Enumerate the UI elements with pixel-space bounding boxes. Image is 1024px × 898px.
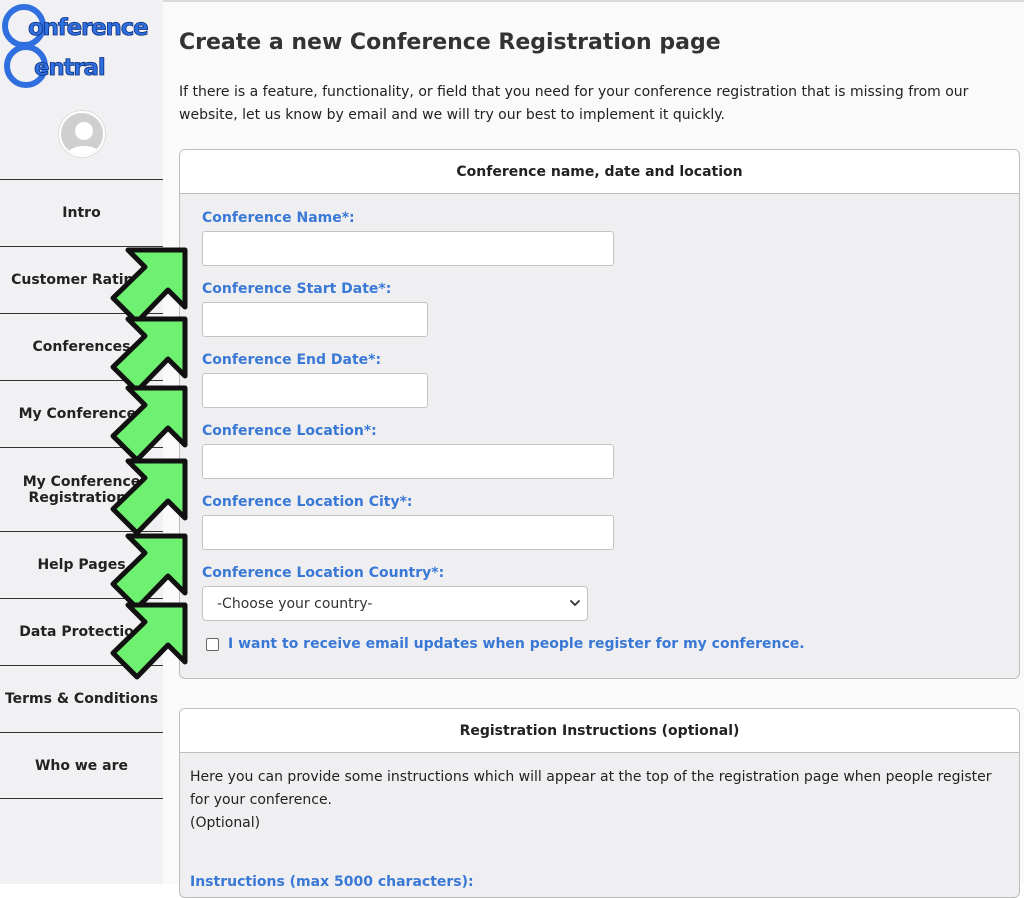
user-avatar-icon[interactable] — [59, 111, 105, 157]
sidebar-item-who-we-are[interactable]: Who we are — [0, 732, 163, 799]
logo-text-line2: entral — [34, 55, 105, 81]
section-heading: Conference name, date and location — [180, 150, 1019, 194]
sidebar-item-data-protection[interactable]: Data Protection — [0, 598, 163, 665]
sidebar-item-customer-ratings[interactable]: Customer Ratings — [0, 246, 163, 313]
conference-central-logo[interactable]: onference entral — [0, 2, 163, 94]
instructions-label: Instructions (max 5000 characters): — [190, 874, 474, 890]
instructions-description: Here you can provide some instructions w… — [190, 769, 992, 831]
conference-start-date-input[interactable] — [202, 302, 428, 337]
conference-location-input[interactable] — [202, 444, 614, 479]
sidebar-item-terms-conditions[interactable]: Terms & Conditions — [0, 665, 163, 732]
conference-city-label: Conference Location City*: — [202, 494, 413, 510]
email-updates-row[interactable]: I want to receive email updates when peo… — [206, 636, 805, 652]
conference-name-label: Conference Name*: — [202, 210, 355, 226]
section-heading: Registration Instructions (optional) — [180, 709, 1019, 753]
email-updates-checkbox[interactable] — [206, 637, 219, 651]
sidebar-item-help-pages[interactable]: Help Pages — [0, 531, 163, 598]
page-intro: If there is a feature, functionality, or… — [179, 84, 969, 123]
logo-text-line1: onference — [28, 15, 148, 41]
conference-end-date-label: Conference End Date*: — [202, 352, 382, 368]
conference-location-label: Conference Location*: — [202, 423, 377, 439]
conference-city-input[interactable] — [202, 515, 614, 550]
sidebar-item-my-conference-registrations[interactable]: My Conference Registrations — [0, 447, 163, 531]
conference-details-card: Conference name, date and location Confe… — [179, 149, 1020, 679]
email-updates-label[interactable]: I want to receive email updates when peo… — [228, 636, 805, 652]
registration-instructions-card: Registration Instructions (optional) Her… — [179, 708, 1020, 898]
main-content: Create a new Conference Registration pag… — [163, 2, 1024, 898]
country-select-value: -Choose your country- — [217, 595, 373, 612]
conference-country-label: Conference Location Country*: — [202, 565, 445, 581]
sidebar-item-conferences[interactable]: Conferences — [0, 313, 163, 380]
conference-end-date-input[interactable] — [202, 373, 428, 408]
conference-name-input[interactable] — [202, 231, 614, 266]
sidebar-item-my-conferences[interactable]: My Conferences — [0, 380, 163, 447]
sidebar-item-intro[interactable]: Intro — [0, 179, 163, 246]
page-title: Create a new Conference Registration pag… — [179, 30, 721, 55]
chevron-down-icon — [570, 600, 580, 606]
sidebar-nav: Intro Customer Ratings Conferences My Co… — [0, 179, 163, 799]
sidebar: onference entral Intro Customer Ratings … — [0, 0, 163, 884]
conference-start-date-label: Conference Start Date*: — [202, 281, 392, 297]
country-select[interactable]: -Choose your country- — [202, 586, 588, 621]
